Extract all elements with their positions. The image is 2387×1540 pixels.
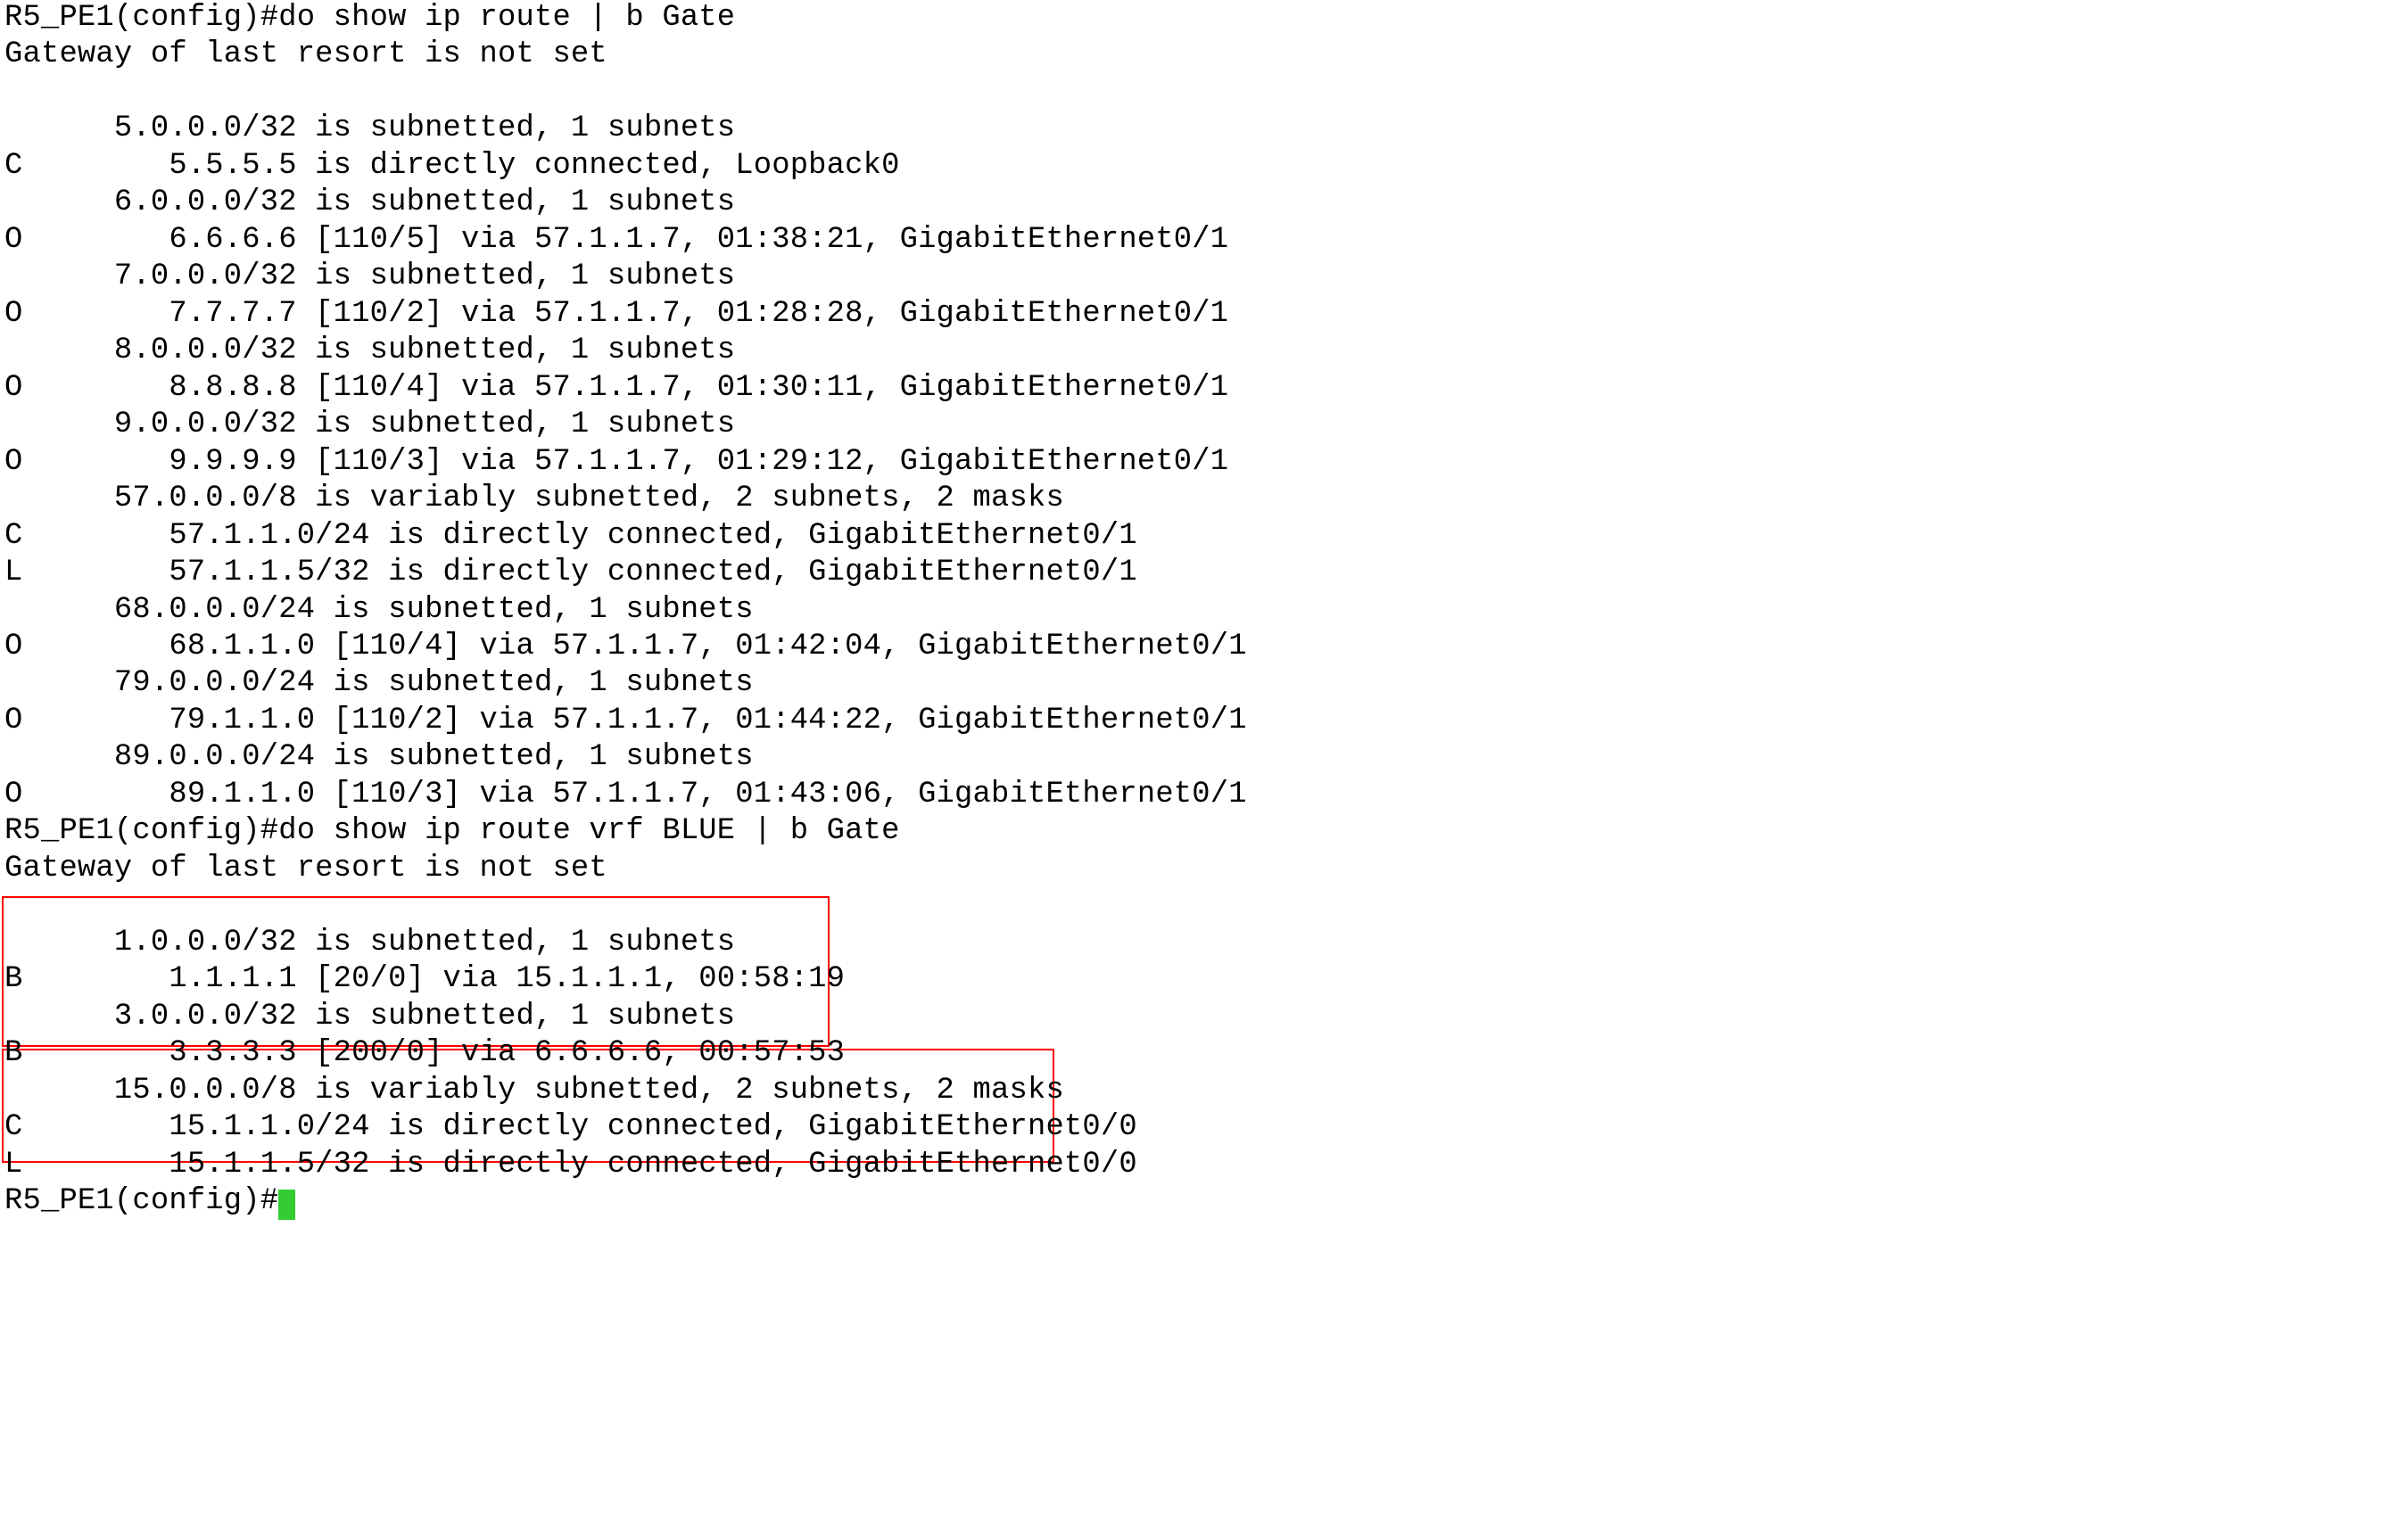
gateway-line-2: Gateway of last resort is not set xyxy=(4,852,607,885)
global-route-line: 5.0.0.0/32 is subnetted, 1 subnets xyxy=(4,111,735,145)
global-route-line: O 9.9.9.9 [110/3] via 57.1.1.7, 01:29:12… xyxy=(4,445,1228,479)
cli-prompt-line-3: R5_PE1(config)# xyxy=(4,1184,278,1218)
cli-prompt-line-1: R5_PE1(config)#do show ip route | b Gate xyxy=(4,1,735,35)
global-route-line: C 5.5.5.5 is directly connected, Loopbac… xyxy=(4,149,900,183)
vrf-route-line: B 1.1.1.1 [20/0] via 15.1.1.1, 00:58:19 xyxy=(4,962,845,996)
global-route-line: 7.0.0.0/32 is subnetted, 1 subnets xyxy=(4,259,735,293)
gateway-line-1: Gateway of last resort is not set xyxy=(4,37,607,71)
global-route-line: 9.0.0.0/32 is subnetted, 1 subnets xyxy=(4,408,735,441)
vrf-route-line: C 15.1.1.0/24 is directly connected, Gig… xyxy=(4,1110,1137,1144)
global-route-line: 79.0.0.0/24 is subnetted, 1 subnets xyxy=(4,666,754,700)
global-route-line: 68.0.0.0/24 is subnetted, 1 subnets xyxy=(4,593,754,627)
vrf-route-line: 15.0.0.0/8 is variably subnetted, 2 subn… xyxy=(4,1074,1064,1108)
vrf-route-line: 1.0.0.0/32 is subnetted, 1 subnets xyxy=(4,926,735,959)
terminal-output[interactable]: R5_PE1(config)#do show ip route | b Gate… xyxy=(0,0,2387,1220)
global-route-line: O 79.1.1.0 [110/2] via 57.1.1.7, 01:44:2… xyxy=(4,704,1247,737)
vrf-route-line: 3.0.0.0/32 is subnetted, 1 subnets xyxy=(4,1000,735,1034)
global-route-line: O 6.6.6.6 [110/5] via 57.1.1.7, 01:38:21… xyxy=(4,223,1228,257)
cli-prompt-line-2: R5_PE1(config)#do show ip route vrf BLUE… xyxy=(4,814,900,848)
global-route-line: O 8.8.8.8 [110/4] via 57.1.1.7, 01:30:11… xyxy=(4,371,1228,405)
global-route-line: O 68.1.1.0 [110/4] via 57.1.1.7, 01:42:0… xyxy=(4,630,1247,663)
global-route-line: 89.0.0.0/24 is subnetted, 1 subnets xyxy=(4,740,754,774)
cursor-block xyxy=(278,1190,295,1220)
global-route-line: O 89.1.1.0 [110/3] via 57.1.1.7, 01:43:0… xyxy=(4,778,1247,811)
global-route-line: 8.0.0.0/32 is subnetted, 1 subnets xyxy=(4,334,735,367)
global-route-line: 6.0.0.0/32 is subnetted, 1 subnets xyxy=(4,185,735,219)
vrf-route-line: B 3.3.3.3 [200/0] via 6.6.6.6, 00:57:53 xyxy=(4,1036,845,1070)
global-route-line: O 7.7.7.7 [110/2] via 57.1.1.7, 01:28:28… xyxy=(4,297,1228,331)
global-route-line: C 57.1.1.0/24 is directly connected, Gig… xyxy=(4,519,1137,553)
global-route-line: 57.0.0.0/8 is variably subnetted, 2 subn… xyxy=(4,482,1064,515)
vrf-route-line: L 15.1.1.5/32 is directly connected, Gig… xyxy=(4,1148,1137,1182)
global-route-line: L 57.1.1.5/32 is directly connected, Gig… xyxy=(4,556,1137,589)
